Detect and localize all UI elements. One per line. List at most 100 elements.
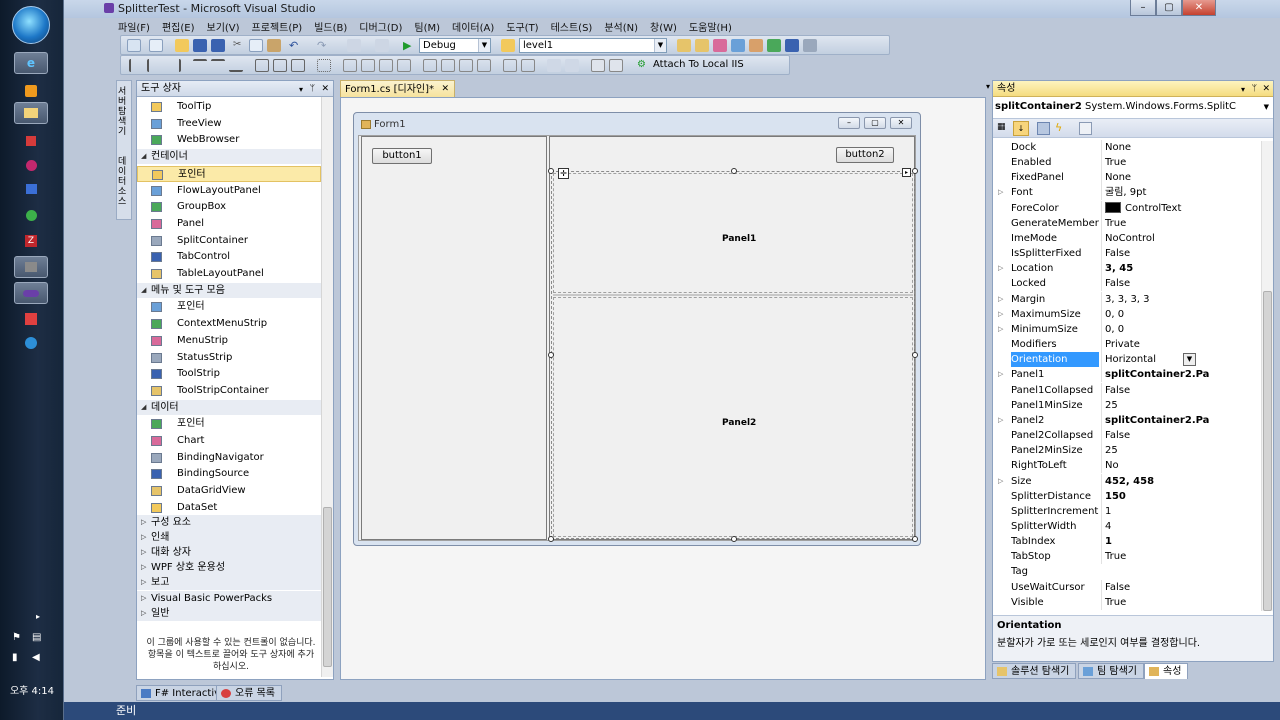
menu-item[interactable]: 편집(E) bbox=[156, 18, 201, 34]
solution-configuration-combo[interactable]: Debug ▼ bbox=[419, 38, 491, 53]
maximize-button[interactable]: ▢ bbox=[1156, 0, 1182, 16]
toolbox-group-header[interactable]: ▷ 대화 상자 bbox=[137, 545, 321, 561]
property-row[interactable]: ▷ Location 3, 45 bbox=[993, 261, 1261, 277]
property-value[interactable]: splitContainer2.Panel bbox=[1101, 367, 1209, 383]
resize-handle[interactable] bbox=[548, 352, 554, 358]
taskbar-app-icon[interactable] bbox=[14, 308, 48, 330]
vertical-spacing-icon[interactable] bbox=[441, 59, 455, 72]
toolbox-group-header[interactable]: ▷ 보고 bbox=[137, 575, 321, 591]
close-icon[interactable]: ✕ bbox=[1262, 82, 1270, 97]
menu-item[interactable]: 파일(F) bbox=[112, 18, 156, 34]
property-value[interactable]: No bbox=[1101, 458, 1209, 474]
toolbox-group-header[interactable]: ▷ Visual Basic PowerPacks bbox=[137, 590, 321, 606]
menu-item[interactable]: 보기(V) bbox=[201, 18, 246, 34]
taskbar-app-icon[interactable] bbox=[14, 332, 48, 354]
tab-team-explorer[interactable]: 팀 탐색기 bbox=[1078, 663, 1144, 679]
events-icon[interactable]: ϟ bbox=[1055, 121, 1062, 134]
property-value[interactable]: None bbox=[1101, 140, 1209, 155]
tab-form1-design[interactable]: Form1.cs [디자인]* ✕ bbox=[340, 80, 456, 98]
toolbox-group-header[interactable]: ◢ 데이터 bbox=[137, 399, 321, 415]
toolbox-group-header[interactable]: ▷ 일반 bbox=[137, 605, 321, 621]
lock-controls-icon[interactable] bbox=[609, 59, 623, 72]
extension-manager-icon[interactable] bbox=[767, 39, 781, 52]
property-value[interactable]: False bbox=[1101, 428, 1209, 444]
scrollbar-thumb[interactable] bbox=[1263, 291, 1272, 611]
taskbar-app-icon[interactable] bbox=[14, 204, 48, 226]
toolbox-item[interactable]: 포인터 bbox=[137, 165, 321, 182]
menu-item[interactable]: 분석(N) bbox=[598, 18, 644, 34]
property-row[interactable]: ▷ MinimumSize 0, 0 bbox=[993, 321, 1261, 337]
property-row[interactable]: Dock None bbox=[993, 140, 1261, 155]
property-value[interactable]: False bbox=[1101, 246, 1209, 262]
toolbox-item[interactable]: Panel bbox=[137, 216, 321, 232]
dropdown-icon[interactable]: ▾ bbox=[299, 82, 303, 97]
toolbox-item[interactable]: TabControl bbox=[137, 249, 321, 265]
resize-handle[interactable] bbox=[731, 168, 737, 174]
toolbox-item[interactable]: TreeView bbox=[137, 116, 321, 132]
property-value[interactable]: 굴림, 9pt bbox=[1101, 185, 1209, 201]
align-centers-icon[interactable] bbox=[147, 59, 161, 72]
property-value[interactable]: 0, 0 bbox=[1101, 321, 1209, 337]
expand-arrow-icon[interactable]: ▷ bbox=[998, 307, 1003, 322]
property-row[interactable]: ▷ Font 굴림, 9pt bbox=[993, 185, 1261, 201]
taskbar-visual-studio-icon[interactable] bbox=[14, 282, 48, 304]
tray-signal-icon[interactable]: ▮ bbox=[12, 652, 18, 663]
property-row[interactable]: Tag bbox=[993, 564, 1261, 579]
alphabetical-icon[interactable]: ↓ bbox=[1013, 121, 1029, 136]
property-value[interactable]: True bbox=[1101, 155, 1209, 171]
attach-icon[interactable]: ⚙ bbox=[637, 59, 651, 72]
toolbox-item[interactable]: FlowLayoutPanel bbox=[137, 183, 321, 199]
value-dropdown-button[interactable]: ▼ bbox=[1183, 353, 1196, 367]
toolbox-group-header[interactable]: ▷ WPF 상호 운용성 bbox=[137, 560, 321, 576]
tab-error-list[interactable]: 오류 목록 bbox=[216, 685, 282, 701]
toolbox-item[interactable]: DataSet bbox=[137, 500, 321, 516]
resize-handle[interactable] bbox=[548, 536, 554, 542]
taskbar-app-icon[interactable] bbox=[14, 154, 48, 176]
start-debugging-icon[interactable]: ▶ bbox=[403, 39, 417, 52]
horizontal-spacing-icon[interactable] bbox=[397, 59, 411, 72]
start-page-icon[interactable] bbox=[749, 39, 763, 52]
smart-tag-icon[interactable]: ▸ bbox=[902, 168, 911, 177]
taskbar-media-icon[interactable] bbox=[14, 80, 48, 102]
property-row[interactable]: Visible True bbox=[993, 594, 1261, 610]
property-value[interactable]: 150 bbox=[1101, 488, 1209, 504]
categorized-icon[interactable]: ▦ bbox=[997, 122, 1010, 135]
horizontal-spacing-icon[interactable] bbox=[343, 59, 357, 72]
command-window-icon[interactable] bbox=[785, 39, 799, 52]
toolbox-scrollbar[interactable] bbox=[321, 97, 333, 677]
tab-order-icon[interactable] bbox=[591, 59, 605, 72]
property-row[interactable]: ▷ Panel2 splitContainer2.Panel bbox=[993, 412, 1261, 428]
toolbox-item[interactable]: BindingNavigator bbox=[137, 450, 321, 466]
toolbox-group-header[interactable]: ◢ 컨테이너 bbox=[137, 149, 321, 165]
property-row[interactable]: Enabled True bbox=[993, 155, 1261, 171]
save-all-icon[interactable] bbox=[211, 39, 225, 52]
property-row[interactable]: SplitterWidth 4 bbox=[993, 519, 1261, 534]
taskbar-app-icon[interactable] bbox=[14, 178, 48, 200]
property-row[interactable]: Panel2Collapsed False bbox=[993, 428, 1261, 444]
property-row[interactable]: TabIndex 1 bbox=[993, 534, 1261, 550]
make-same-size-icon[interactable] bbox=[291, 59, 305, 72]
property-row[interactable]: Locked False bbox=[993, 276, 1261, 292]
split-container2-panel1[interactable]: Panel1 bbox=[553, 173, 913, 293]
attach-to-local-iis-button[interactable]: Attach To Local IIS bbox=[653, 59, 744, 70]
taskbar-explorer-icon[interactable] bbox=[14, 102, 48, 124]
menu-item[interactable]: 팀(M) bbox=[408, 18, 446, 34]
toolbox-item[interactable]: MenuStrip bbox=[137, 333, 321, 349]
close-icon[interactable]: ✕ bbox=[321, 82, 329, 97]
form-maximize-icon[interactable]: ▢ bbox=[864, 117, 886, 129]
expand-arrow-icon[interactable]: ▷ bbox=[998, 367, 1003, 382]
pin-icon[interactable]: ᛘ bbox=[1252, 82, 1257, 97]
toolbox-item[interactable]: ToolStrip bbox=[137, 366, 321, 382]
vertical-spacing-icon[interactable] bbox=[423, 59, 437, 72]
expand-arrow-icon[interactable]: ▷ bbox=[998, 292, 1003, 307]
property-row[interactable]: FixedPanel None bbox=[993, 170, 1261, 186]
property-value[interactable]: 1 bbox=[1101, 503, 1209, 519]
property-row[interactable]: GenerateMember True bbox=[993, 215, 1261, 231]
align-middles-icon[interactable] bbox=[211, 59, 225, 72]
property-row[interactable]: ForeColor ControlText bbox=[993, 200, 1261, 216]
dropdown-icon[interactable]: ▾ bbox=[1241, 82, 1245, 97]
toolbox-group-header[interactable]: ▷ 인쇄 bbox=[137, 530, 321, 546]
property-value[interactable]: Private bbox=[1101, 337, 1209, 353]
paste-icon[interactable] bbox=[267, 39, 281, 52]
split-container2-panel2[interactable]: Panel2 bbox=[553, 297, 913, 537]
